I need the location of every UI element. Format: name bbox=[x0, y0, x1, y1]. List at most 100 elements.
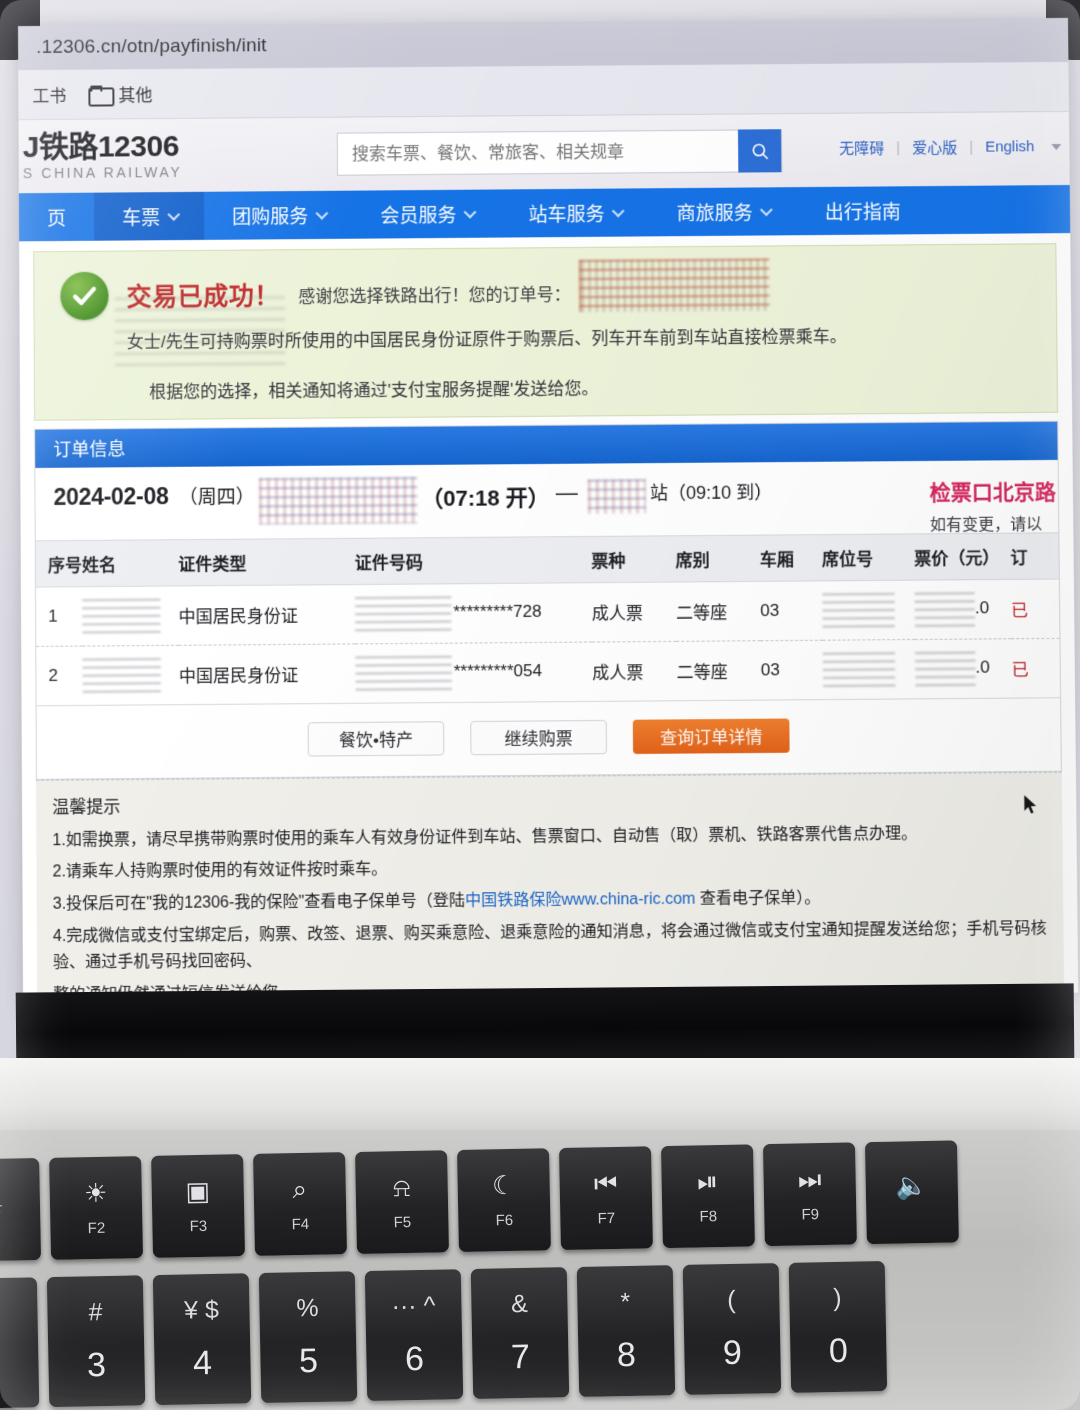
key-f3[interactable]: ▣ F3 bbox=[151, 1154, 246, 1258]
view-order-details-button[interactable]: 查询订单详情 bbox=[632, 717, 790, 754]
search-button[interactable] bbox=[737, 129, 782, 173]
tip-item-1: 1.如需换票，请尽早携带购票时使用的乘车人有效身份证件到车站、售票窗口、自动售（… bbox=[52, 824, 918, 849]
divider: | bbox=[1073, 137, 1078, 155]
col-index: 序号 bbox=[35, 539, 83, 587]
key-symbol: % bbox=[296, 1293, 319, 1322]
col-status: 订 bbox=[1010, 532, 1059, 579]
divider: | bbox=[969, 138, 974, 156]
bookmark-item-0[interactable]: 工书 bbox=[32, 82, 66, 107]
dining-specialty-button[interactable]: 餐饮•特产 bbox=[307, 720, 445, 757]
photograph-of-laptop: .12306.cn/otn/payfinish/init 工书 其他 J铁路12… bbox=[0, 0, 1080, 1410]
key-label: F5 bbox=[393, 1213, 412, 1231]
mission-control-icon: ▣ bbox=[185, 1175, 211, 1206]
link-care-version[interactable]: 爱心版 bbox=[912, 137, 957, 158]
tip-item-3-text: 3.投保后可在"我的12306-我的保险"查看电子保单号（登陆 bbox=[52, 892, 466, 914]
key-f6[interactable]: ☾ F6 bbox=[457, 1148, 551, 1252]
continue-buying-button[interactable]: 继续购票 bbox=[470, 719, 607, 755]
key-symbol: & bbox=[510, 1289, 529, 1318]
key-symbol: ¥ $ bbox=[183, 1295, 220, 1325]
key-f9[interactable]: ⏭ F9 bbox=[762, 1142, 857, 1247]
nav-item-home[interactable]: 页 bbox=[19, 193, 94, 242]
key-f1[interactable]: ☼ bbox=[0, 1158, 42, 1262]
key-number: 6 bbox=[404, 1339, 425, 1378]
key-4[interactable]: ¥ $ 4 bbox=[152, 1273, 252, 1406]
route-dash: — bbox=[555, 479, 578, 505]
cell-status: 已 bbox=[1010, 578, 1060, 639]
key-label: F6 bbox=[495, 1211, 514, 1229]
nav-item-station-service[interactable]: 站车服务 bbox=[500, 188, 649, 237]
nav-label: 车票 bbox=[122, 207, 161, 230]
cell-ticket-type: 成人票 bbox=[591, 581, 677, 642]
key-label: F3 bbox=[189, 1217, 208, 1235]
key-symbol: ) bbox=[832, 1283, 842, 1312]
search-box[interactable] bbox=[336, 129, 783, 176]
key-3[interactable]: # 3 bbox=[46, 1275, 146, 1408]
key-2[interactable]: @ 2 bbox=[0, 1277, 40, 1410]
site-logo[interactable]: J铁路12306 S CHINA RAILWAY bbox=[19, 130, 183, 181]
order-number-redacted bbox=[578, 258, 770, 313]
key-symbol: ··· ^ bbox=[391, 1291, 436, 1321]
col-seat-number: 席位号 bbox=[821, 533, 915, 581]
key-symbol: # bbox=[88, 1297, 103, 1326]
key-f4[interactable]: ⌕ F4 bbox=[253, 1152, 347, 1256]
nav-item-business-travel[interactable]: 商旅服务 bbox=[648, 187, 797, 236]
key-6[interactable]: ··· ^ 6 bbox=[364, 1269, 464, 1402]
chevron-down-icon bbox=[463, 205, 477, 219]
success-check-icon bbox=[60, 271, 109, 321]
nav-label: 会员服务 bbox=[380, 205, 457, 227]
laptop-screen: .12306.cn/otn/payfinish/init 工书 其他 J铁路12… bbox=[18, 17, 1079, 1001]
logo-title-cn: J铁路12306 bbox=[22, 130, 179, 165]
main-navigation: 页 车票 团购服务 会员服务 站车服务 商旅服务 出行指南 bbox=[18, 184, 1071, 242]
cell-price: .0 bbox=[915, 638, 1012, 699]
key-7[interactable]: & 7 bbox=[470, 1267, 570, 1399]
cell-seat-number bbox=[822, 579, 916, 640]
train-date: 2024-02-08 bbox=[53, 482, 169, 510]
china-railway-insurance-link[interactable]: 中国铁路保险www.china-ric.com bbox=[465, 891, 696, 910]
nav-item-group-booking[interactable]: 团购服务 bbox=[204, 191, 352, 240]
nav-label: 页 bbox=[46, 208, 67, 230]
id-number-tail: *********728 bbox=[453, 601, 542, 622]
cell-car: 03 bbox=[759, 580, 823, 641]
do-not-disturb-moon-icon: ☾ bbox=[491, 1169, 516, 1200]
key-f5[interactable]: ⍾ F5 bbox=[355, 1150, 449, 1254]
nav-item-travel-guide[interactable]: 出行指南 bbox=[797, 186, 930, 235]
fast-forward-icon: ⏭ bbox=[797, 1163, 822, 1194]
key-8[interactable]: * 8 bbox=[576, 1265, 676, 1397]
laptop-screen-bezel bbox=[15, 983, 1075, 1069]
microphone-icon: ⍾ bbox=[392, 1171, 411, 1202]
key-0[interactable]: ) 0 bbox=[788, 1261, 888, 1393]
table-row: 1 中国居民身份证 *********728 成人票 二等座 03 .0 已 bbox=[35, 578, 1060, 646]
key-symbol: ( bbox=[726, 1285, 736, 1314]
key-5[interactable]: % 5 bbox=[258, 1271, 358, 1404]
ticket-gate-name: 检票口北京路 bbox=[929, 480, 1057, 505]
key-f8[interactable]: ⏯ F8 bbox=[660, 1144, 755, 1249]
price-tail: .0 bbox=[975, 657, 990, 677]
link-english[interactable]: English bbox=[985, 138, 1034, 155]
key-f2[interactable]: ☀ F2 bbox=[49, 1156, 144, 1260]
passenger-name-redacted bbox=[82, 657, 161, 693]
nav-label: 出行指南 bbox=[824, 201, 902, 224]
train-arrive-time: （09:10 到） bbox=[667, 481, 773, 503]
key-f10[interactable]: 🔈 bbox=[864, 1140, 959, 1245]
bookmark-item-other[interactable]: 其他 bbox=[88, 81, 152, 107]
nav-item-tickets[interactable]: 车票 bbox=[93, 191, 205, 241]
url-text[interactable]: .12306.cn/otn/payfinish/init bbox=[36, 35, 267, 59]
cell-id-number: *********728 bbox=[354, 582, 593, 644]
link-accessibility[interactable]: 无障碍 bbox=[839, 137, 884, 158]
key-9[interactable]: ( 9 bbox=[682, 1263, 782, 1395]
seat-number-redacted bbox=[822, 651, 896, 687]
key-symbol: @ bbox=[0, 1299, 3, 1328]
ticket-gate-info: 检票口北京路 如有变更，请以 bbox=[929, 476, 1057, 535]
ticket-gate-note: 如有变更，请以 bbox=[929, 515, 1043, 534]
price-redacted bbox=[915, 651, 976, 686]
arrival-station-suffix: 站 bbox=[649, 482, 669, 503]
key-number: 8 bbox=[616, 1335, 637, 1374]
passenger-ticket-table: 序号 姓名 证件类型 证件号码 票种 席别 车厢 席位号 票价（元） 订 1 中… bbox=[35, 532, 1061, 706]
search-input[interactable] bbox=[337, 130, 739, 175]
nav-item-member-service[interactable]: 会员服务 bbox=[352, 189, 501, 238]
bookmark-label: 工书 bbox=[32, 86, 67, 107]
table-header-row: 序号 姓名 证件类型 证件号码 票种 席别 车厢 席位号 票价（元） 订 bbox=[35, 532, 1059, 587]
col-ticket-type: 票种 bbox=[591, 535, 676, 583]
id-number-redacted bbox=[355, 655, 452, 691]
key-f7[interactable]: ⏮ F7 bbox=[559, 1146, 653, 1251]
